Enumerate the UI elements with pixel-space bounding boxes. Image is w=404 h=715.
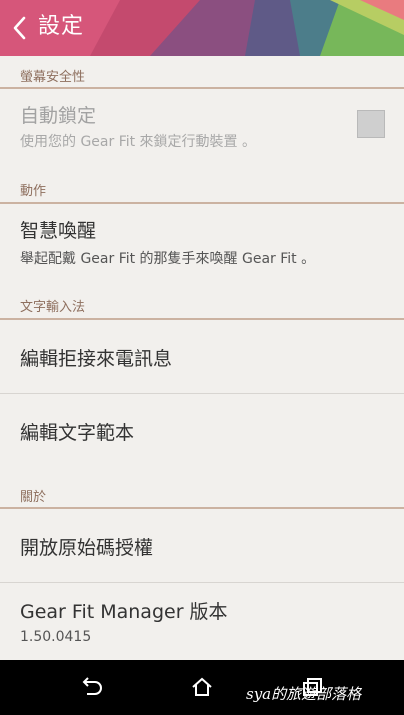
- auto-lock-setting[interactable]: 自動鎖定 使用您的 Gear Fit 來鎖定行動裝置 。: [0, 89, 404, 157]
- app-version-item[interactable]: Gear Fit Manager 版本 1.50.0415: [0, 583, 404, 659]
- app-version-title: Gear Fit Manager 版本: [20, 601, 228, 623]
- open-source-licenses-item[interactable]: 開放原始碼授權: [0, 509, 404, 581]
- app-version-value: 1.50.0415: [20, 629, 92, 645]
- auto-lock-subtitle: 使用您的 Gear Fit 來鎖定行動裝置 。: [20, 134, 257, 150]
- open-source-licenses-label: 開放原始碼授權: [20, 537, 154, 559]
- nav-home-button[interactable]: [187, 672, 217, 702]
- smart-wakeup-setting[interactable]: 智慧喚醒 舉起配戴 Gear Fit 的那隻手來喚醒 Gear Fit 。: [0, 204, 404, 274]
- chevron-left-icon: [13, 16, 26, 40]
- edit-reject-messages-item[interactable]: 編輯拒接來電訊息: [0, 320, 404, 392]
- nav-back-button[interactable]: [76, 672, 106, 702]
- app-header: 設定: [0, 0, 404, 56]
- system-navigation-bar: sya的旅遊部落格: [0, 660, 404, 715]
- edit-text-templates-label: 編輯文字範本: [20, 422, 135, 444]
- section-header-actions: 動作: [20, 184, 47, 199]
- smart-wakeup-title: 智慧喚醒: [20, 220, 97, 242]
- section-header-security: 螢幕安全性: [20, 70, 86, 85]
- smart-wakeup-subtitle: 舉起配戴 Gear Fit 的那隻手來喚醒 Gear Fit 。: [20, 251, 316, 267]
- back-icon: [82, 677, 102, 695]
- watermark-text: sya的旅遊部落格: [246, 685, 362, 703]
- section-header-input: 文字輸入法: [20, 300, 86, 315]
- settings-list: 螢幕安全性 自動鎖定 使用您的 Gear Fit 來鎖定行動裝置 。 動作 智慧…: [0, 56, 404, 660]
- back-button[interactable]: [8, 14, 30, 42]
- auto-lock-title: 自動鎖定: [20, 105, 97, 127]
- auto-lock-checkbox[interactable]: [357, 110, 385, 138]
- section-header-about: 關於: [20, 490, 47, 505]
- edit-text-templates-item[interactable]: 編輯文字範本: [0, 394, 404, 466]
- page-title: 設定: [38, 14, 85, 39]
- edit-reject-messages-label: 編輯拒接來電訊息: [20, 348, 173, 370]
- home-icon: [192, 677, 212, 696]
